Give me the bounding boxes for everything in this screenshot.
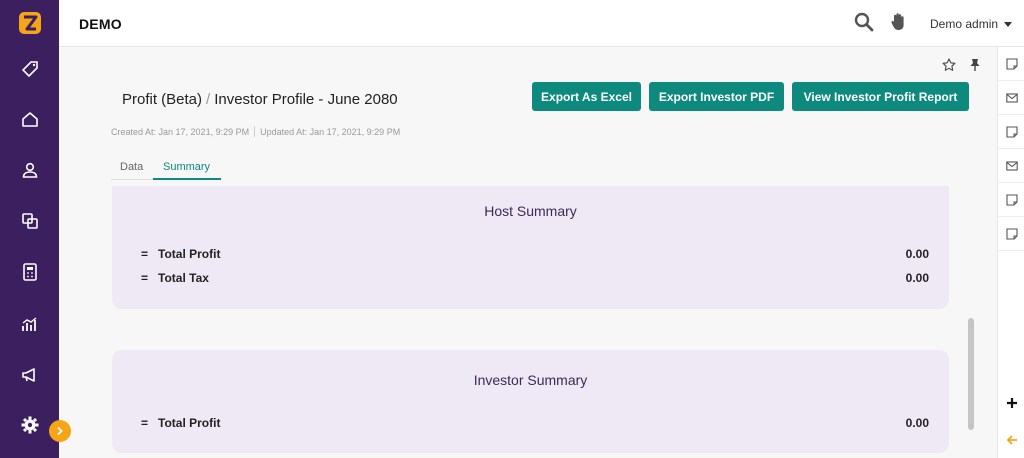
breadcrumb-parent[interactable]: Profit (Beta) (122, 91, 202, 108)
row-value: 0.00 (905, 416, 929, 430)
rail-item-notes-4[interactable] (998, 217, 1024, 251)
page-title: Profit (Beta) / Investor Profile - June 20… (122, 91, 398, 108)
tag-icon (21, 61, 38, 78)
note-icon (1005, 227, 1018, 240)
chevron-right-icon (57, 426, 63, 436)
row-symbol: = (141, 416, 149, 430)
summary-row: = Total Tax 0.00 (141, 271, 929, 285)
rail-item-notes-2[interactable] (998, 115, 1024, 149)
note-icon (1005, 57, 1018, 70)
mail-icon (1005, 92, 1018, 103)
collapse-rail-button[interactable] (998, 429, 1024, 451)
mail-icon (1005, 160, 1018, 171)
sidebar-item-reports[interactable] (0, 304, 59, 344)
note-icon (1005, 193, 1018, 206)
active-tab-indicator (153, 178, 221, 180)
meta-divider (254, 126, 256, 137)
right-rail (997, 47, 1024, 458)
chart-icon (21, 317, 36, 331)
export-pdf-button[interactable]: Export Investor PDF (649, 82, 784, 111)
sidebar (0, 0, 59, 458)
brand-name: DEMO (79, 16, 122, 32)
megaphone-icon (21, 368, 35, 382)
rail-item-notes-1[interactable] (998, 47, 1024, 81)
gear-icon (21, 416, 38, 434)
user-icon (22, 162, 37, 178)
tab-bar: Data Summary (111, 158, 221, 180)
updated-at: Updated At: Jan 17, 2021, 9:29 PM (260, 126, 401, 137)
z-logo-icon[interactable] (0, 0, 59, 46)
search-icon (854, 12, 874, 32)
sidebar-item-campaigns[interactable] (0, 355, 59, 395)
search-button[interactable] (854, 12, 874, 37)
calculator-icon (22, 263, 37, 281)
exchange-icon (21, 213, 38, 229)
user-menu[interactable]: Demo admin (930, 17, 1013, 31)
note-icon (1005, 125, 1018, 138)
sidebar-item-calculator[interactable] (0, 252, 59, 292)
row-symbol: = (141, 271, 149, 285)
favorite-button[interactable] (942, 58, 956, 77)
host-summary-title: Host Summary (484, 203, 577, 219)
created-at: Created At: Jan 17, 2021, 9:29 PM (111, 126, 250, 137)
arrow-left-icon (1006, 435, 1017, 445)
row-label: Total Profit (158, 416, 221, 430)
caret-down-icon (1004, 21, 1013, 27)
breadcrumb-current: Investor Profile - June 2080 (214, 91, 398, 108)
export-excel-button[interactable]: Export As Excel (532, 82, 641, 111)
row-value: 0.00 (905, 271, 929, 285)
add-button[interactable] (998, 392, 1024, 414)
sidebar-item-exchange[interactable] (0, 201, 59, 241)
hand-button[interactable] (890, 12, 906, 37)
investor-summary-title: Investor Summary (473, 372, 588, 388)
row-label: Total Tax (158, 271, 209, 285)
sidebar-item-home[interactable] (0, 99, 59, 139)
star-icon (942, 58, 956, 71)
summary-row: = Total Profit 0.00 (141, 416, 929, 430)
row-symbol: = (141, 247, 149, 261)
home-icon (21, 112, 38, 127)
record-meta: Created At: Jan 17, 2021, 9:29 PM Update… (111, 126, 400, 137)
plus-icon (1006, 398, 1017, 408)
row-label: Total Profit (158, 247, 221, 261)
rail-item-notes-3[interactable] (998, 183, 1024, 217)
investor-summary-card: Investor Summary = Total Profit 0.00 (112, 350, 949, 453)
breadcrumb-separator: / (206, 91, 211, 108)
rail-item-mail-1[interactable] (998, 81, 1024, 115)
sidebar-item-tags[interactable] (0, 49, 59, 89)
summary-row: = Total Profit 0.00 (141, 247, 929, 261)
top-header: DEMO Demo admin (59, 0, 1024, 47)
tab-data[interactable]: Data (120, 161, 143, 173)
user-name: Demo admin (930, 17, 999, 31)
host-summary-card: Host Summary = Total Profit 0.00 = Total T… (112, 186, 949, 309)
sidebar-toggle-button[interactable] (49, 420, 71, 442)
rail-item-mail-2[interactable] (998, 149, 1024, 183)
sidebar-item-users[interactable] (0, 150, 59, 190)
row-value: 0.00 (905, 247, 929, 261)
pin-button[interactable] (969, 58, 981, 77)
content-scrollbar[interactable] (968, 318, 974, 430)
pin-icon (970, 59, 980, 71)
tab-summary[interactable]: Summary (163, 161, 210, 173)
hand-icon (891, 13, 904, 31)
view-report-button[interactable]: View Investor Profit Report (792, 82, 969, 111)
